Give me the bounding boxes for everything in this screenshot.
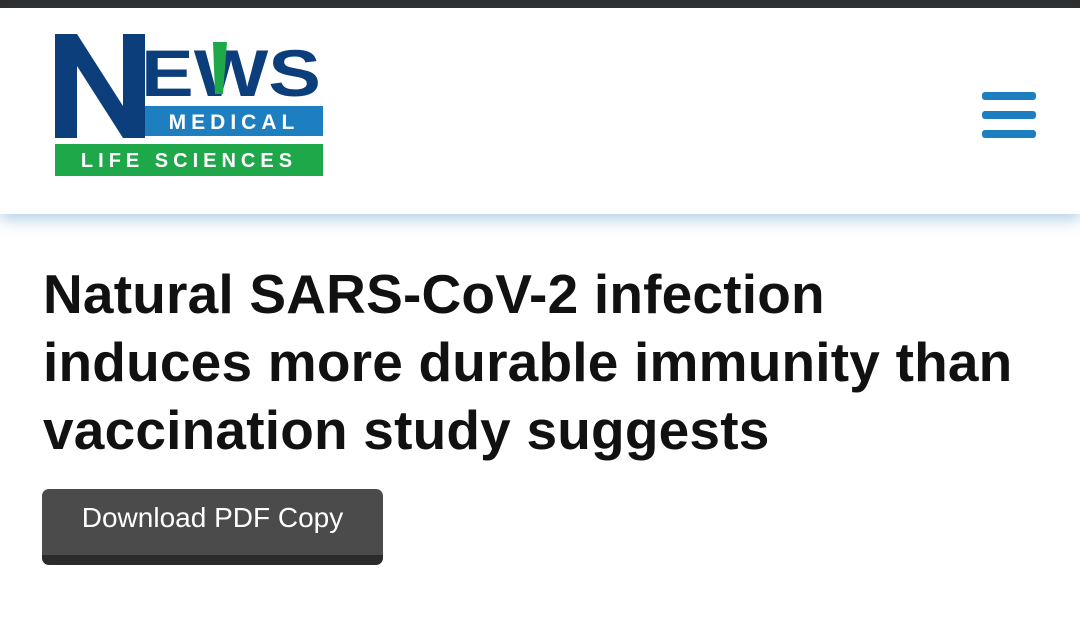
menu-bar-top xyxy=(982,92,1036,100)
hamburger-menu-icon[interactable] xyxy=(980,92,1038,142)
status-bar-strip xyxy=(0,0,1080,8)
logo-n-shape xyxy=(55,34,145,138)
logo-life-sciences-text: LIFE SCIENCES xyxy=(81,150,297,172)
article-section: Natural SARS-CoV-2 infection induces mor… xyxy=(0,214,1080,627)
logo-ews-text: EWS xyxy=(141,36,321,110)
site-header: EWS MEDICAL LIFE SCIENCES xyxy=(0,8,1080,214)
logo-medical-text: MEDICAL xyxy=(169,111,300,134)
article-title: Natural SARS-CoV-2 infection induces mor… xyxy=(43,263,1013,461)
menu-bar-middle xyxy=(982,111,1036,119)
download-pdf-button[interactable]: Download PDF Copy xyxy=(42,489,383,565)
news-medical-logo[interactable]: EWS MEDICAL LIFE SCIENCES xyxy=(55,34,323,176)
menu-bar-bottom xyxy=(982,130,1036,138)
